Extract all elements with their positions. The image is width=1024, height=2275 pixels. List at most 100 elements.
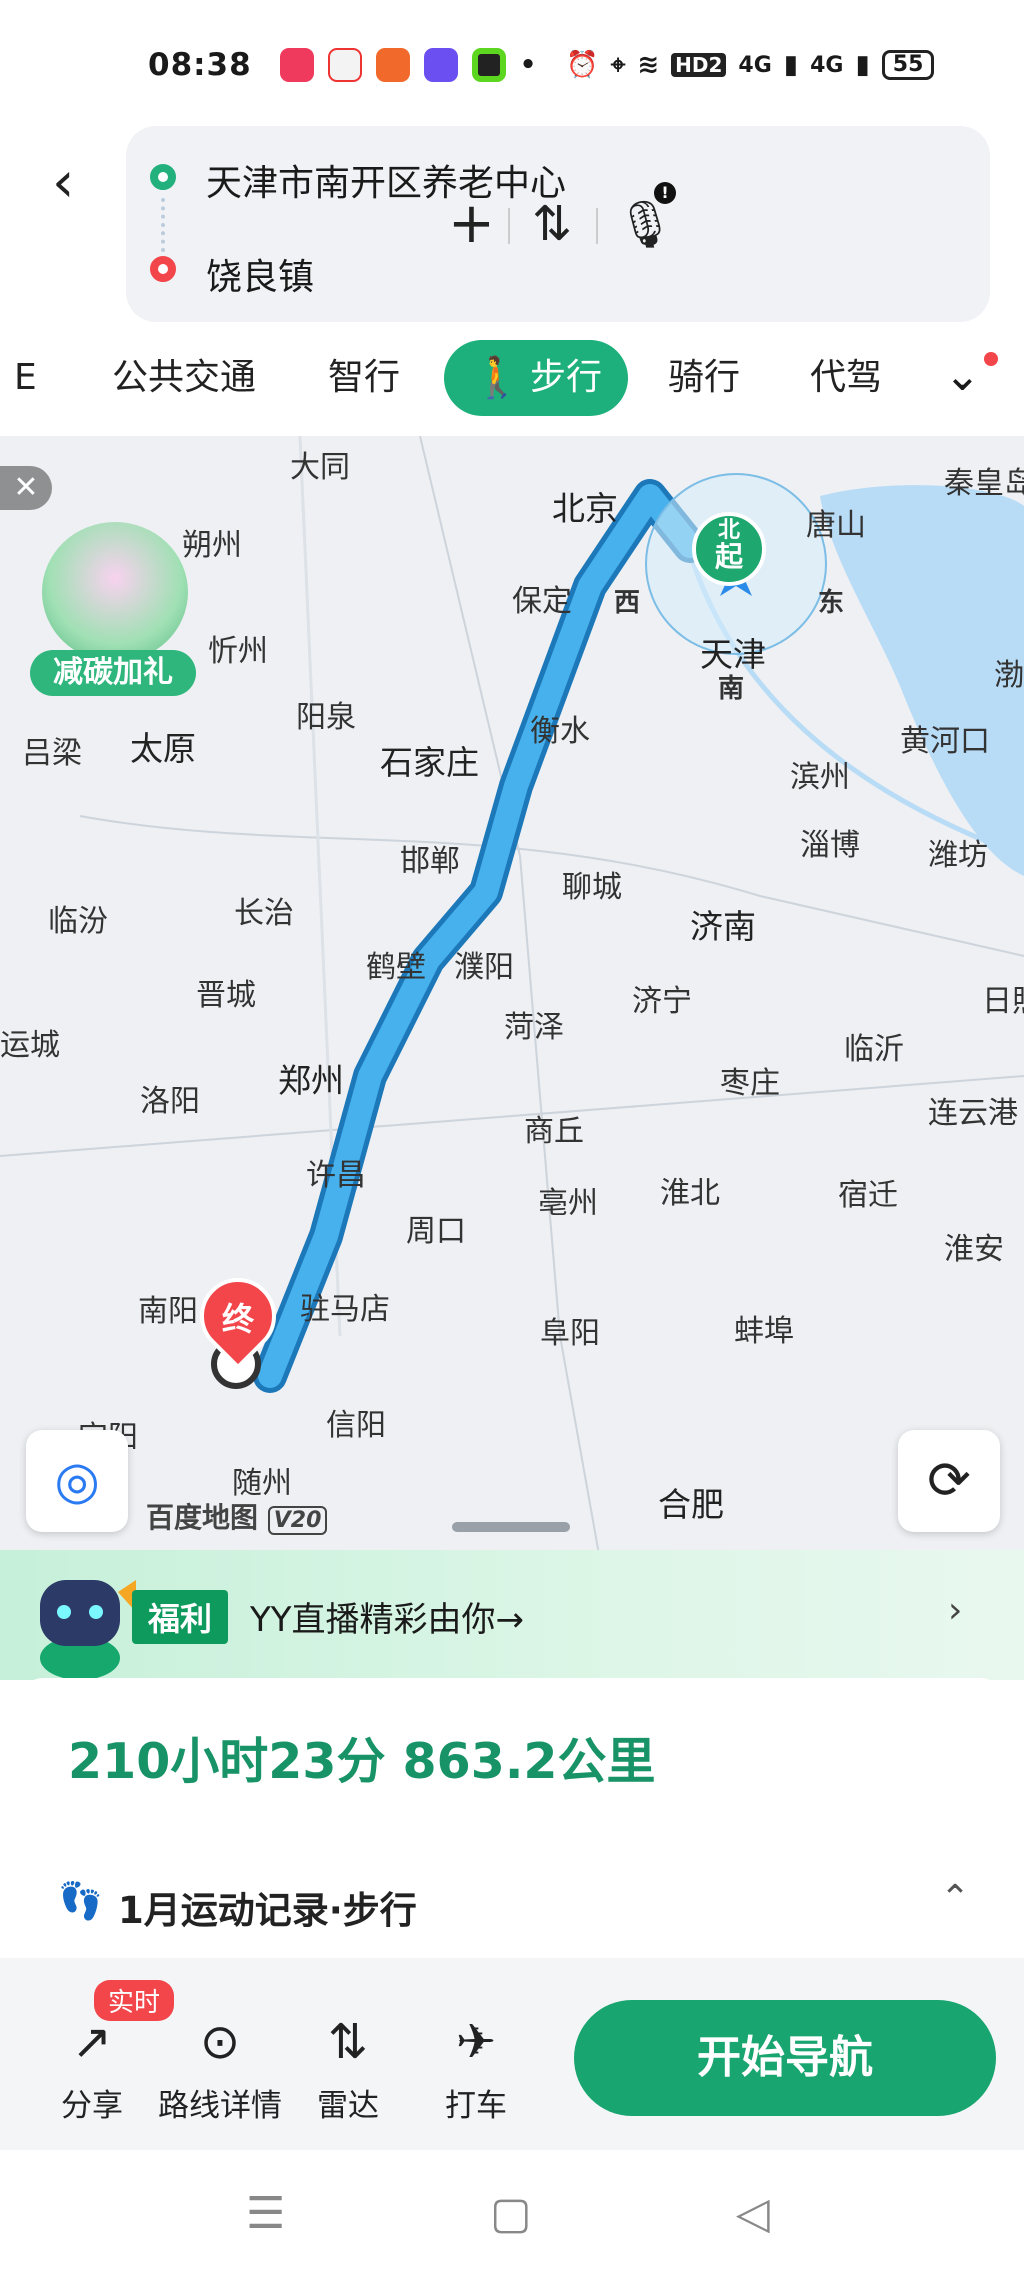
map-label: 淄博 <box>800 828 860 863</box>
battery-indicator: 55 <box>881 50 935 80</box>
end-location-field[interactable]: 饶良镇 <box>206 248 314 300</box>
status-time: 08:38 <box>148 47 252 83</box>
menu-icon[interactable]: ☰ <box>246 2188 285 2239</box>
chevron-right-icon[interactable]: › <box>948 1590 962 1631</box>
end-marker-label: 终 <box>221 1300 254 1338</box>
drag-handle[interactable] <box>452 1522 570 1532</box>
network-label-2: 4G <box>810 52 844 78</box>
tab-smart[interactable]: 智行 <box>328 340 400 416</box>
tab-designated-driver[interactable]: 代驾 <box>810 340 882 416</box>
radar-label: 雷达 <box>317 2088 379 2124</box>
map-label: 阜阳 <box>540 1316 600 1351</box>
tab-drive[interactable]: E <box>14 340 37 416</box>
map-label: 大同 <box>290 450 350 485</box>
alarm-icon: ⏰ <box>566 50 599 80</box>
notes-app-icon <box>423 48 458 82</box>
start-marker[interactable]: 北 起 <box>692 512 766 586</box>
route-duration-distance: 210小时23分 863.2公里 <box>68 1733 656 1790</box>
map-label: 南阳 <box>138 1294 198 1329</box>
wifi-icon: ≋ <box>637 50 660 80</box>
add-stop-button[interactable]: + <box>448 196 495 252</box>
tab-bike[interactable]: 骑行 <box>668 340 740 416</box>
radar-icon: ⇅ <box>327 2014 369 2070</box>
banner-text[interactable]: YY直播精彩由你→ <box>250 1592 524 1641</box>
radar-button[interactable]: ⇅ 雷达 <box>278 2010 418 2125</box>
swap-button[interactable]: ⇅ <box>532 196 572 252</box>
taxi-button[interactable]: ✈ 打车 <box>406 2010 546 2125</box>
map-label: 宿迁 <box>838 1178 898 1213</box>
start-dot-icon <box>150 164 176 190</box>
map-label: 忻州 <box>208 634 268 669</box>
locate-button[interactable]: ◎ <box>26 1430 128 1532</box>
map-label: 黄河口 <box>900 724 990 759</box>
map-label: 枣庄 <box>720 1066 780 1101</box>
chevron-up-icon[interactable]: ⌃ <box>940 1878 970 1919</box>
map-label: 渤 <box>994 658 1024 693</box>
map-label: 长治 <box>234 896 294 931</box>
map-label: 许昌 <box>306 1158 366 1193</box>
map-logo: 百度地图 V20 <box>146 1496 328 1536</box>
map-label: 周口 <box>406 1214 466 1249</box>
compass-south-label: 南 <box>718 674 745 704</box>
maps-app-icon <box>327 48 362 82</box>
map-label: 唐山 <box>806 508 866 543</box>
refresh-route-button[interactable]: ⟳ <box>898 1430 1000 1532</box>
pin-icon: ⊙ <box>199 2014 241 2070</box>
start-navigation-button[interactable]: 开始导航 <box>574 2000 996 2116</box>
divider <box>596 208 598 244</box>
tab-public-transit[interactable]: 公共交通 <box>112 340 256 416</box>
share-label: 分享 <box>61 2088 123 2124</box>
tab-walk-label: 步行 <box>530 357 603 398</box>
map-label: 淮北 <box>660 1176 720 1211</box>
map-label: 聊城 <box>562 870 622 905</box>
map-label: 济宁 <box>632 984 692 1019</box>
map-label: 洛阳 <box>140 1084 200 1119</box>
tab-walk[interactable]: 🚶 步行 <box>444 340 629 416</box>
map-label: 北京 <box>552 489 618 528</box>
map-label: 合肥 <box>658 1485 724 1524</box>
robot-mascot-icon <box>40 1580 136 1680</box>
map-label: 临沂 <box>844 1032 904 1067</box>
share-button[interactable]: ↗ 分享 <box>22 2010 162 2125</box>
dot-icon: • <box>519 50 537 80</box>
compass-east-label: 东 <box>818 588 845 618</box>
home-icon[interactable]: ▢ <box>490 2188 532 2239</box>
map-label: 濮阳 <box>454 950 514 985</box>
app-icon <box>471 48 506 82</box>
map-label: 淮安 <box>944 1232 1004 1267</box>
divider <box>508 208 510 244</box>
map-logo-text: 百度地图 <box>146 1501 259 1534</box>
promo-mascot-image <box>42 522 188 662</box>
status-bar: 08:38 • ⏰ ⌖ ≋ HD2 4G ▮ 4G ▮ 55 <box>0 0 1024 130</box>
map-label: 郑州 <box>278 1061 344 1100</box>
taxi-icon: ✈ <box>455 2014 497 2070</box>
map-label: 潍坊 <box>928 838 988 873</box>
compass-west-label: 西 <box>614 588 641 618</box>
map-label: 鹤壁 <box>366 950 426 985</box>
video-app-icon <box>375 48 410 82</box>
route-detail-button[interactable]: ⊙ 路线详情 <box>150 2010 290 2125</box>
map-label: 运城 <box>0 1028 60 1063</box>
map-label: 邯郸 <box>400 844 460 879</box>
close-promo-button[interactable]: ✕ <box>0 466 52 510</box>
transport-tabs: E 公共交通 智行 🚶 步行 骑行 代驾 <box>0 340 1024 426</box>
notification-dot <box>984 352 998 366</box>
back-button[interactable]: ‹ <box>52 150 74 215</box>
mic-button[interactable]: 🎙 <box>616 196 674 252</box>
more-tabs-chevron-icon[interactable]: ⌄ <box>944 350 981 401</box>
start-marker-label: 起 <box>714 540 743 573</box>
taxi-label: 打车 <box>445 2088 507 2124</box>
back-triangle-icon[interactable]: ◁ <box>736 2188 770 2239</box>
promo-label: 减碳加礼 <box>30 650 196 696</box>
map-label: 保定 <box>512 584 572 619</box>
map-label: 驻马店 <box>300 1292 390 1327</box>
map-label: 济南 <box>690 907 756 946</box>
promo-widget[interactable]: 减碳加礼 <box>30 522 196 698</box>
map-label: 临汾 <box>48 904 108 939</box>
end-dot-icon <box>150 256 176 282</box>
map-label: 阳泉 <box>296 700 356 735</box>
map-label: 亳州 <box>538 1186 598 1221</box>
map-label: 秦皇岛 <box>944 466 1024 501</box>
map-label: 蚌埠 <box>734 1314 794 1349</box>
start-location-field[interactable]: 天津市南开区养老中心 <box>206 154 566 206</box>
